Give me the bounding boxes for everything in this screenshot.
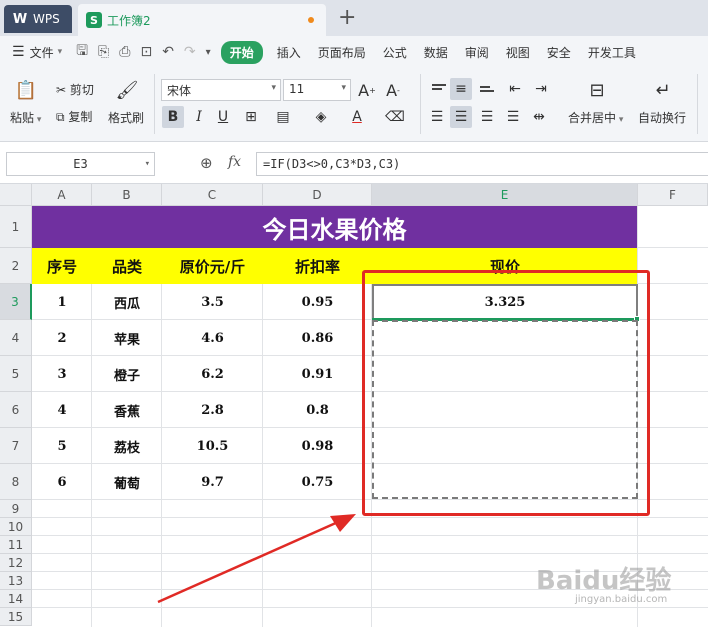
- annotation-arrow-icon: [157, 514, 356, 604]
- baidu-watermark-logo: Baidu经验: [536, 566, 672, 596]
- baidu-watermark-url: jingyan.baidu.com: [575, 594, 668, 605]
